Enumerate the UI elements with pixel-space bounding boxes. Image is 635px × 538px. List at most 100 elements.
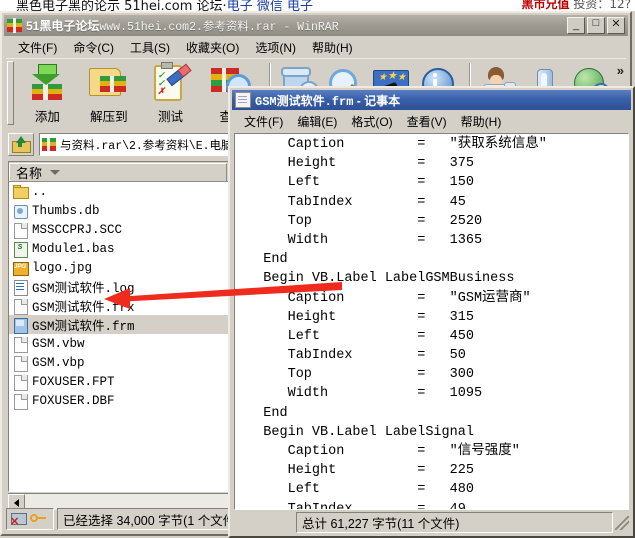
menu-item-favorites[interactable]: 收藏夹(O)	[178, 37, 247, 58]
list-item-selected[interactable]: GSM测试软件.frm	[9, 315, 233, 334]
text-line: TabIndex = 49	[239, 501, 466, 510]
text-line: Caption = "获取系统信息"	[239, 137, 547, 152]
list-item[interactable]: JPG logo.jpg	[9, 258, 233, 277]
toolbar-button-add[interactable]: 添加	[17, 59, 79, 125]
log-file-icon	[13, 279, 28, 296]
text-line: Left = 480	[239, 482, 474, 498]
test-archive-icon: ✓ ✓ ✗	[147, 62, 193, 104]
toolbar-button-extract-to[interactable]: 解压到	[78, 59, 140, 125]
list-item[interactable]: FOXUSER.DBF	[9, 391, 233, 410]
text-line: Width = 1365	[239, 232, 483, 248]
text-line: Top = 2520	[239, 213, 483, 229]
up-one-level-button[interactable]	[8, 133, 34, 156]
toolbar-grip[interactable]	[7, 61, 14, 125]
archive-icon	[42, 138, 56, 151]
browser-strip-left-text: 黑色电子黑的论示 51hei.com 论坛·电子 微信 电子	[16, 0, 313, 11]
generic-file-icon	[13, 393, 28, 410]
screen-root: 黑色电子黑的论示 51hei.com 论坛·电子 微信 电子 黑市兄值 投资：1…	[0, 0, 635, 538]
list-item[interactable]: GSM.vbp	[9, 353, 233, 372]
status-icons: ✕	[6, 508, 54, 530]
vb-form-icon	[13, 317, 28, 334]
file-name: FOXUSER.FPT	[32, 374, 115, 389]
winrar-window-controls: _ □ ✕	[567, 17, 625, 34]
file-name: MSSCCPRJ.SCC	[32, 222, 123, 237]
toolbar-button-test[interactable]: ✓ ✓ ✗ 测试	[140, 59, 202, 125]
archive-path-text: 与资料.rar\2.参考资料\E.电脑	[60, 139, 233, 153]
status-spacer	[234, 513, 296, 532]
file-name: Thumbs.db	[32, 203, 100, 218]
column-header-name[interactable]: 名称	[9, 162, 227, 181]
notepad-title-bar[interactable]: GSM测试软件.frm - 记事本	[232, 90, 631, 110]
text-line: Begin VB.Label LabelGSMBusiness	[239, 271, 515, 287]
winrar-title-bar[interactable]: 51黑电子论坛 www.51hei.com2.参考资料.rar - WinRAR…	[4, 15, 628, 36]
menu-item-tools[interactable]: 工具(S)	[122, 37, 178, 58]
list-item[interactable]: ..	[9, 182, 233, 201]
menu-item-commands[interactable]: 命令(C)	[65, 37, 122, 58]
text-line: Left = 450	[239, 328, 474, 344]
toolbar-overflow-button[interactable]: »	[617, 59, 626, 78]
list-item[interactable]: MSSCCPRJ.SCC	[9, 220, 233, 239]
notepad-menu-help[interactable]: 帮助(H)	[454, 111, 509, 132]
list-item[interactable]: GSM测试软件.frx	[9, 296, 233, 315]
winrar-menu-bar: 文件(F) 命令(C) 工具(S) 收藏夹(O) 选项(N) 帮助(H)	[4, 37, 628, 57]
key-icon	[30, 514, 46, 522]
text-line: Left = 150	[239, 175, 474, 191]
file-name: logo.jpg	[32, 260, 93, 275]
file-name: GSM.vbp	[32, 355, 85, 370]
winrar-title-subtext: www.51hei.com2.参考资料.rar - WinRAR	[99, 20, 339, 34]
notepad-menu-file[interactable]: 文件(F)	[237, 111, 290, 132]
notepad-status-text: 总计 61,227 字节(11 个文件)	[296, 512, 613, 533]
toolbar-label-test: 测试	[157, 110, 183, 124]
notepad-menu-edit[interactable]: 编辑(E)	[290, 111, 344, 132]
menu-item-help[interactable]: 帮助(H)	[304, 37, 361, 58]
notepad-title-text: GSM测试软件.frm - 记事本	[255, 93, 401, 109]
list-item[interactable]: FOXUSER.FPT	[9, 372, 233, 391]
folder-up-icon	[13, 184, 29, 200]
menu-item-file[interactable]: 文件(F)	[10, 37, 65, 58]
winrar-minimize-button[interactable]: _	[567, 17, 585, 34]
text-line: End	[239, 405, 288, 421]
file-name: GSM测试软件.frx	[32, 301, 135, 315]
text-line: Caption = "GSM运营商"	[239, 290, 531, 306]
notepad-menu-bar: 文件(F) 编辑(E) 格式(O) 查看(V) 帮助(H)	[232, 111, 631, 132]
basic-module-icon: S	[13, 241, 28, 258]
text-line: TabIndex = 45	[239, 194, 466, 210]
winrar-close-button[interactable]: ✕	[607, 17, 625, 34]
text-line: Caption = "信号强度"	[239, 444, 520, 459]
list-item[interactable]: GSM.vbw	[9, 334, 233, 353]
generic-file-icon	[13, 336, 28, 353]
winrar-maximize-button[interactable]: □	[587, 17, 605, 34]
menu-item-options[interactable]: 选项(N)	[247, 37, 304, 58]
thumbs-db-icon	[13, 203, 28, 219]
notepad-status-bar: 总计 61,227 字节(11 个文件)	[234, 512, 629, 533]
winrar-title-text: 51黑电子论坛	[26, 19, 100, 33]
notepad-text-area[interactable]: Caption = "获取系统信息" Height = 375 Left = 1…	[234, 133, 629, 510]
sort-descending-icon	[50, 169, 61, 175]
cut-off-browser-strip: 黑色电子黑的论示 51hei.com 论坛·电子 微信 电子 黑市兄值 投资：1…	[0, 0, 635, 11]
generic-file-icon	[13, 374, 28, 391]
notepad-window: GSM测试软件.frm - 记事本 文件(F) 编辑(E) 格式(O) 查看(V…	[228, 86, 635, 538]
file-name: Module1.bas	[32, 241, 115, 256]
file-name: GSM.vbw	[32, 336, 85, 351]
list-item[interactable]: S Module1.bas	[9, 239, 233, 258]
text-line: TabIndex = 50	[239, 348, 466, 364]
winrar-app-icon	[7, 18, 22, 33]
file-list-column-header: 名称	[9, 162, 233, 182]
text-line: Width = 1095	[239, 386, 483, 402]
text-line: Height = 225	[239, 463, 474, 479]
list-item[interactable]: GSM测试软件.log	[9, 277, 233, 296]
jpg-image-icon: JPG	[13, 260, 29, 276]
notepad-menu-format[interactable]: 格式(O)	[344, 111, 399, 132]
window-resize-grip[interactable]	[615, 515, 629, 530]
toolbar-label-extract-to: 解压到	[90, 110, 128, 124]
browser-strip-right-text: 黑市兄值 投资：12?	[521, 0, 631, 11]
add-archive-icon	[24, 62, 70, 104]
file-name: FOXUSER.DBF	[32, 393, 115, 408]
text-line: End	[239, 252, 288, 268]
notepad-menu-view[interactable]: 查看(V)	[400, 111, 454, 132]
file-list: .. Thumbs.db MSSCCPRJ.SCC S Module1.bas …	[9, 182, 233, 491]
list-item[interactable]: Thumbs.db	[9, 201, 233, 220]
extract-to-icon	[86, 62, 132, 104]
text-line: Height = 315	[239, 309, 474, 325]
text-line: Height = 375	[239, 156, 474, 172]
